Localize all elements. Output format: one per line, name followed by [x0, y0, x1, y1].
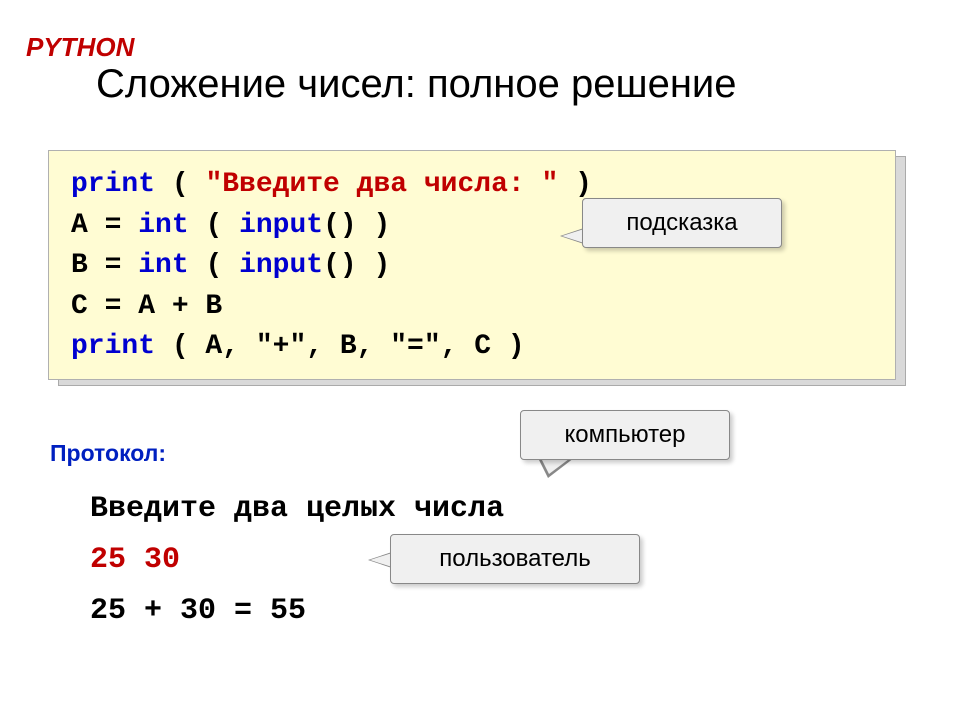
code-box: print ( "Введите два числа: " ) A = int … [48, 150, 896, 380]
callout-tail-user [368, 552, 392, 568]
code-text: B [71, 250, 88, 281]
output-line-3: 25 + 30 = 55 [90, 586, 504, 637]
python-header: PYTHON [26, 32, 134, 63]
code-text: ) [558, 169, 592, 200]
code-text: ( A, "+", B, "=", C ) [155, 331, 525, 362]
protocol-label: Протокол: [50, 440, 166, 467]
kw-int: int [138, 210, 188, 241]
page-title: Сложение чисел: полное решение [96, 62, 737, 107]
code-text: () [323, 250, 357, 281]
code-text: ) [357, 210, 391, 241]
code-line-4: C = A + B [71, 287, 873, 328]
kw-print: print [71, 169, 155, 200]
code-line-5: print ( A, "+", B, "=", C ) [71, 327, 873, 368]
code-text: () [323, 210, 357, 241]
callout-hint: подсказка [582, 198, 782, 248]
callout-tail-hint [560, 228, 584, 244]
code-text: ( [189, 250, 239, 281]
callout-computer: компьютер [520, 410, 730, 460]
code-text: = [88, 250, 138, 281]
callout-user: пользователь [390, 534, 640, 584]
code-text: A [71, 210, 88, 241]
kw-print: print [71, 331, 155, 362]
code-string: "Введите два числа: " [205, 169, 558, 200]
kw-input: input [239, 210, 323, 241]
output-line-1: Введите два целых числа [90, 484, 504, 535]
callout-tail-computer [538, 458, 574, 478]
code-text: ) [357, 250, 391, 281]
code-line-3: B = int ( input() ) [71, 246, 873, 287]
kw-int: int [138, 250, 188, 281]
code-text: = [88, 210, 138, 241]
code-text: ( [189, 210, 239, 241]
code-text: ( [155, 169, 205, 200]
kw-input: input [239, 250, 323, 281]
